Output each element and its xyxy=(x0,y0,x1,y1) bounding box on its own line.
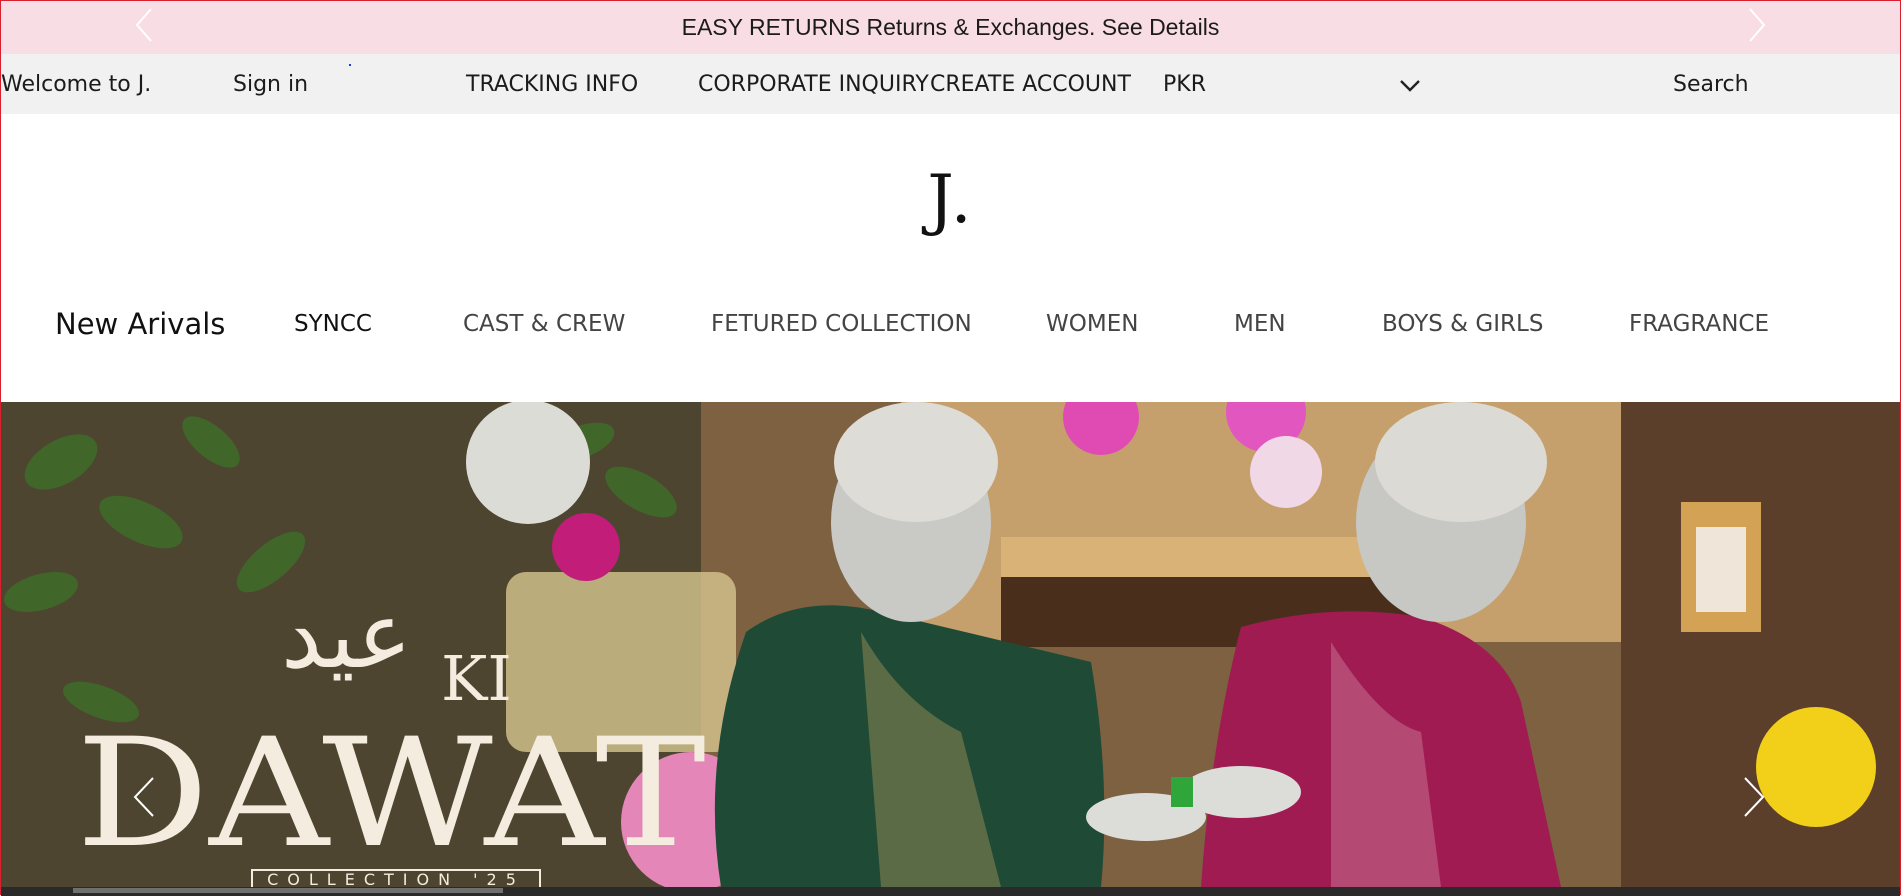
hero-collection-tag: COLLECTION '25 xyxy=(251,869,541,887)
announcement-next-button[interactable] xyxy=(1742,5,1772,45)
nav-women[interactable]: WOMEN xyxy=(1046,311,1138,337)
main-navigation: New Arivals SYNCC CAST & CREW FETURED CO… xyxy=(1,284,1900,402)
sign-in-link[interactable]: Sign in xyxy=(233,72,308,97)
nav-boys-girls[interactable]: BOYS & GIRLS xyxy=(1382,311,1543,337)
chevron-left-icon xyxy=(133,777,154,817)
hero-title-main: DAWAT xyxy=(76,707,706,881)
chevron-down-icon[interactable] xyxy=(1398,78,1422,94)
corporate-inquiry-link[interactable]: CORPORATE INQUIRY xyxy=(698,72,929,97)
nav-syncc[interactable]: SYNCC xyxy=(294,311,372,337)
decorative-dot xyxy=(349,64,351,66)
hero-title-ki: KI xyxy=(441,642,512,715)
search-link[interactable]: Search xyxy=(1673,72,1749,97)
hero-banner[interactable]: عید KI DAWAT COLLECTION '25 xyxy=(1,402,1900,887)
hero-next-button[interactable] xyxy=(1739,772,1769,822)
brand-logo[interactable]: J. xyxy=(927,161,973,238)
hero-prev-button[interactable] xyxy=(129,772,159,822)
nav-fragrance[interactable]: FRAGRANCE xyxy=(1629,311,1769,337)
announcement-bar: EASY RETURNS Returns & Exchanges. See De… xyxy=(1,1,1900,54)
chevron-right-icon xyxy=(1744,777,1765,817)
logo-area: J. xyxy=(1,114,1900,284)
nav-men[interactable]: MEN xyxy=(1234,311,1286,337)
scrollbar-thumb[interactable] xyxy=(73,888,503,893)
chevron-right-icon xyxy=(1749,8,1766,42)
announcement-text[interactable]: EASY RETURNS Returns & Exchanges. See De… xyxy=(682,14,1220,41)
utility-bar: Welcome to J. Sign in TRACKING INFO CORP… xyxy=(1,54,1900,114)
nav-cast-crew[interactable]: CAST & CREW xyxy=(463,311,625,337)
hero-title-script: عید xyxy=(281,582,412,689)
chevron-left-icon xyxy=(135,8,152,42)
nav-new-arrivals[interactable]: New Arivals xyxy=(55,307,225,341)
announcement-prev-button[interactable] xyxy=(129,5,159,45)
hero-image: عید KI DAWAT xyxy=(1,402,1900,887)
welcome-text: Welcome to J. xyxy=(1,72,152,97)
currency-selector[interactable]: PKR xyxy=(1163,72,1206,97)
nav-featured-collection[interactable]: FETURED COLLECTION xyxy=(711,311,972,337)
create-account-link[interactable]: CREATE ACCOUNT xyxy=(930,72,1131,97)
tracking-info-link[interactable]: TRACKING INFO xyxy=(466,72,638,97)
